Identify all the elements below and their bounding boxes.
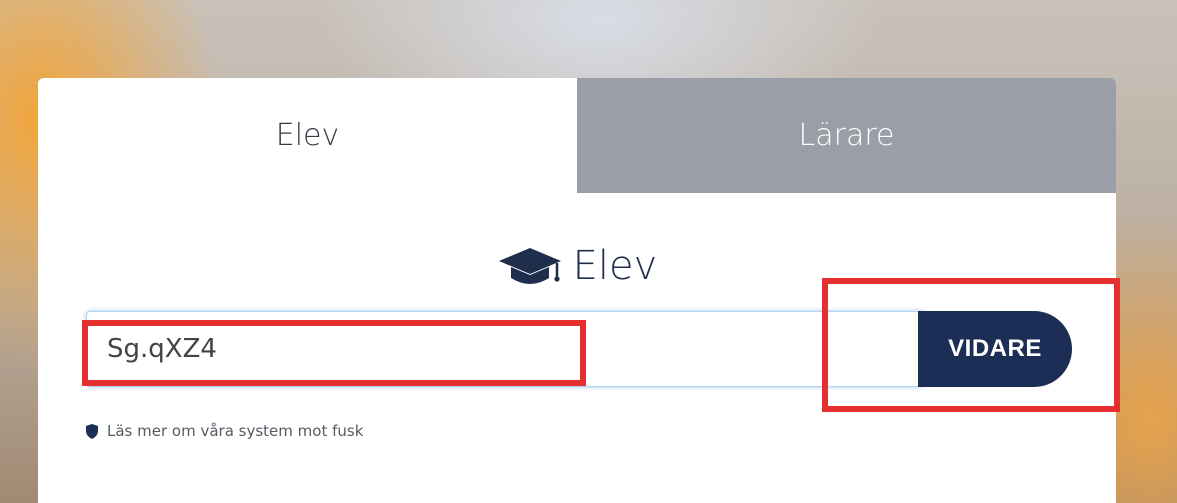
graduation-cap-icon [498,248,561,284]
tab-larare[interactable]: Lärare [577,78,1116,193]
page-title-text: Elev [572,243,658,289]
vidare-button[interactable]: VIDARE [918,311,1072,387]
login-card: Elev Lärare Elev VIDARE Läs mer om våra … [38,78,1116,503]
role-tabs: Elev Lärare [38,78,1116,193]
anti-cheat-link-text: Läs mer om våra system mot fusk [107,422,364,440]
page-title: Elev [38,243,1116,289]
tab-elev[interactable]: Elev [38,78,577,193]
tab-larare-label: Lärare [798,118,895,153]
tab-elev-label: Elev [275,118,340,153]
shield-icon [86,423,98,439]
anti-cheat-link[interactable]: Läs mer om våra system mot fusk [86,422,363,440]
code-input[interactable] [86,311,924,387]
code-form: VIDARE [86,311,1072,389]
